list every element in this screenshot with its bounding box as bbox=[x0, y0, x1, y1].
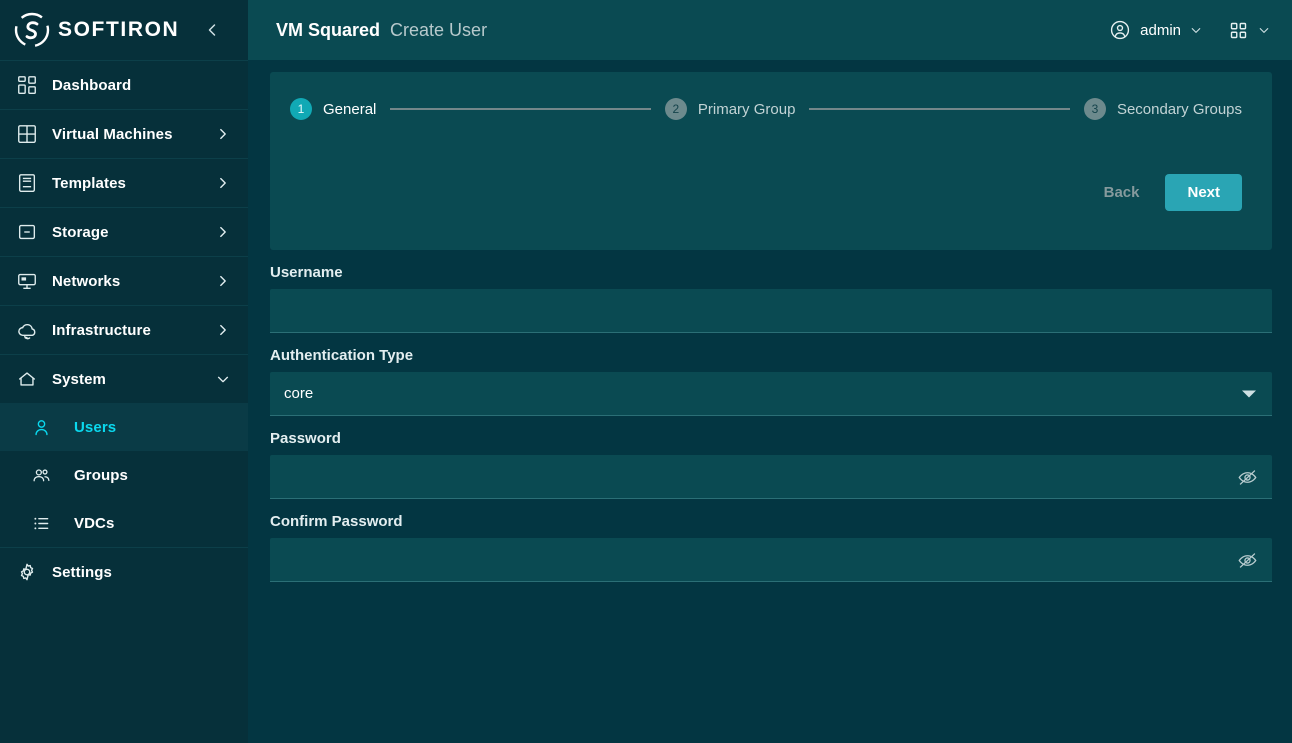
sidebar-item-system[interactable]: System bbox=[0, 354, 248, 403]
dashboard-icon bbox=[12, 72, 42, 98]
next-button[interactable]: Next bbox=[1165, 174, 1242, 211]
user-menu-button[interactable]: admin bbox=[1109, 19, 1202, 41]
sidebar-item-label: Groups bbox=[74, 466, 128, 484]
step-label: General bbox=[323, 100, 377, 118]
step-number-badge: 2 bbox=[664, 98, 687, 120]
cloud-sync-icon bbox=[12, 317, 42, 343]
field-label: Confirm Password bbox=[270, 513, 403, 530]
sidebar-item-virtual-machines[interactable]: Virtual Machines bbox=[0, 109, 248, 158]
sidebar-item-label: Dashboard bbox=[52, 76, 132, 94]
step-connector bbox=[390, 108, 651, 110]
wizard-step-primary-group[interactable]: 2 Primary Group bbox=[664, 98, 796, 120]
field-label: Username bbox=[270, 264, 343, 281]
step-label: Secondary Groups bbox=[1116, 100, 1243, 118]
user-icon bbox=[26, 414, 56, 440]
breadcrumb: VM Squared Create User bbox=[276, 20, 487, 41]
page-content: 1 General 2 Primary Group 3 Secondary Gr… bbox=[248, 60, 1292, 743]
brand-name: SOFTIRON bbox=[58, 18, 180, 41]
app-root: SOFTIRON Dashboard Virtual Machines Temp… bbox=[0, 0, 1292, 743]
field-password: Password bbox=[270, 430, 1272, 499]
gear-icon bbox=[12, 559, 42, 585]
app-title: VM Squared bbox=[276, 19, 381, 40]
confirm-password-input[interactable] bbox=[270, 538, 1272, 582]
chevron-down-icon bbox=[1190, 24, 1202, 36]
field-authentication-type: Authentication Type core bbox=[270, 347, 1272, 416]
brand-header: SOFTIRON bbox=[0, 0, 248, 60]
sidebar-nav: Dashboard Virtual Machines Templates Sto… bbox=[0, 60, 248, 743]
users-group-icon bbox=[26, 462, 56, 488]
sidebar-item-label: Users bbox=[74, 418, 117, 436]
user-menu-label: admin bbox=[1140, 21, 1181, 39]
password-input-wrap bbox=[270, 455, 1272, 499]
auth-type-value: core bbox=[284, 385, 314, 402]
storage-icon bbox=[12, 219, 42, 245]
step-number-badge: 3 bbox=[1083, 98, 1106, 120]
sidebar-item-label: VDCs bbox=[74, 514, 115, 532]
apps-grid-icon bbox=[1228, 20, 1249, 41]
eye-off-icon[interactable] bbox=[1236, 549, 1258, 571]
sidebar-item-label: Networks bbox=[52, 272, 121, 290]
chevron-left-icon[interactable] bbox=[204, 22, 220, 38]
confirm-password-input-wrap bbox=[270, 538, 1272, 582]
sidebar-item-label: Infrastructure bbox=[52, 321, 151, 339]
sidebar-item-vdcs[interactable]: VDCs bbox=[0, 499, 248, 547]
templates-icon bbox=[12, 170, 42, 196]
apps-menu-button[interactable] bbox=[1228, 20, 1270, 41]
softiron-logo-icon bbox=[14, 12, 50, 48]
field-confirm-password: Confirm Password bbox=[270, 513, 1272, 582]
sidebar-item-label: System bbox=[52, 370, 106, 388]
sidebar-item-users[interactable]: Users bbox=[0, 403, 248, 451]
sidebar-item-templates[interactable]: Templates bbox=[0, 158, 248, 207]
chevron-down-icon bbox=[1258, 24, 1270, 36]
back-button[interactable]: Back bbox=[1092, 176, 1152, 209]
sidebar: SOFTIRON Dashboard Virtual Machines Temp… bbox=[0, 0, 248, 743]
wizard-actions: Back Next bbox=[290, 174, 1242, 211]
create-user-form: Username Authentication Type core Passwo… bbox=[270, 264, 1272, 582]
username-input[interactable] bbox=[270, 289, 1272, 333]
chevron-right-icon[interactable] bbox=[216, 176, 230, 190]
chevron-right-icon[interactable] bbox=[216, 274, 230, 288]
field-username: Username bbox=[270, 264, 1272, 333]
sidebar-item-storage[interactable]: Storage bbox=[0, 207, 248, 256]
chevron-right-icon[interactable] bbox=[216, 323, 230, 337]
username-input-wrap bbox=[270, 289, 1272, 333]
page-title: Create User bbox=[390, 19, 488, 40]
top-header: VM Squared Create User admin bbox=[248, 0, 1292, 60]
dropdown-caret-icon[interactable] bbox=[1242, 390, 1256, 398]
sidebar-item-label: Templates bbox=[52, 174, 126, 192]
password-input[interactable] bbox=[270, 455, 1272, 499]
main-area: VM Squared Create User admin 1 General 2… bbox=[248, 0, 1292, 743]
wizard-step-general[interactable]: 1 General bbox=[290, 98, 376, 120]
step-connector bbox=[809, 108, 1070, 110]
auth-type-select-wrap: core bbox=[270, 372, 1272, 416]
step-number-badge: 1 bbox=[290, 98, 312, 120]
field-label: Authentication Type bbox=[270, 347, 414, 364]
list-icon bbox=[26, 510, 56, 536]
auth-type-select[interactable]: core bbox=[270, 372, 1272, 416]
wizard-step-secondary-groups[interactable]: 3 Secondary Groups bbox=[1083, 98, 1243, 120]
wizard-card: 1 General 2 Primary Group 3 Secondary Gr… bbox=[270, 72, 1272, 250]
chevron-down-icon[interactable] bbox=[216, 372, 230, 386]
sidebar-item-infrastructure[interactable]: Infrastructure bbox=[0, 305, 248, 354]
field-label: Password bbox=[270, 430, 341, 447]
sidebar-item-settings[interactable]: Settings bbox=[0, 547, 248, 596]
wizard-stepper: 1 General 2 Primary Group 3 Secondary Gr… bbox=[290, 98, 1242, 120]
step-label: Primary Group bbox=[697, 100, 796, 118]
sidebar-item-label: Virtual Machines bbox=[52, 125, 173, 143]
sidebar-item-groups[interactable]: Groups bbox=[0, 451, 248, 499]
network-monitor-icon bbox=[12, 268, 42, 294]
sidebar-item-networks[interactable]: Networks bbox=[0, 256, 248, 305]
sidebar-item-label: Storage bbox=[52, 223, 109, 241]
sidebar-item-label: Settings bbox=[52, 563, 112, 581]
grid-square-icon bbox=[12, 121, 42, 147]
chevron-right-icon[interactable] bbox=[216, 225, 230, 239]
eye-off-icon[interactable] bbox=[1236, 466, 1258, 488]
chevron-right-icon[interactable] bbox=[216, 127, 230, 141]
home-icon bbox=[12, 366, 42, 392]
sidebar-item-dashboard[interactable]: Dashboard bbox=[0, 60, 248, 109]
account-circle-icon bbox=[1109, 19, 1131, 41]
